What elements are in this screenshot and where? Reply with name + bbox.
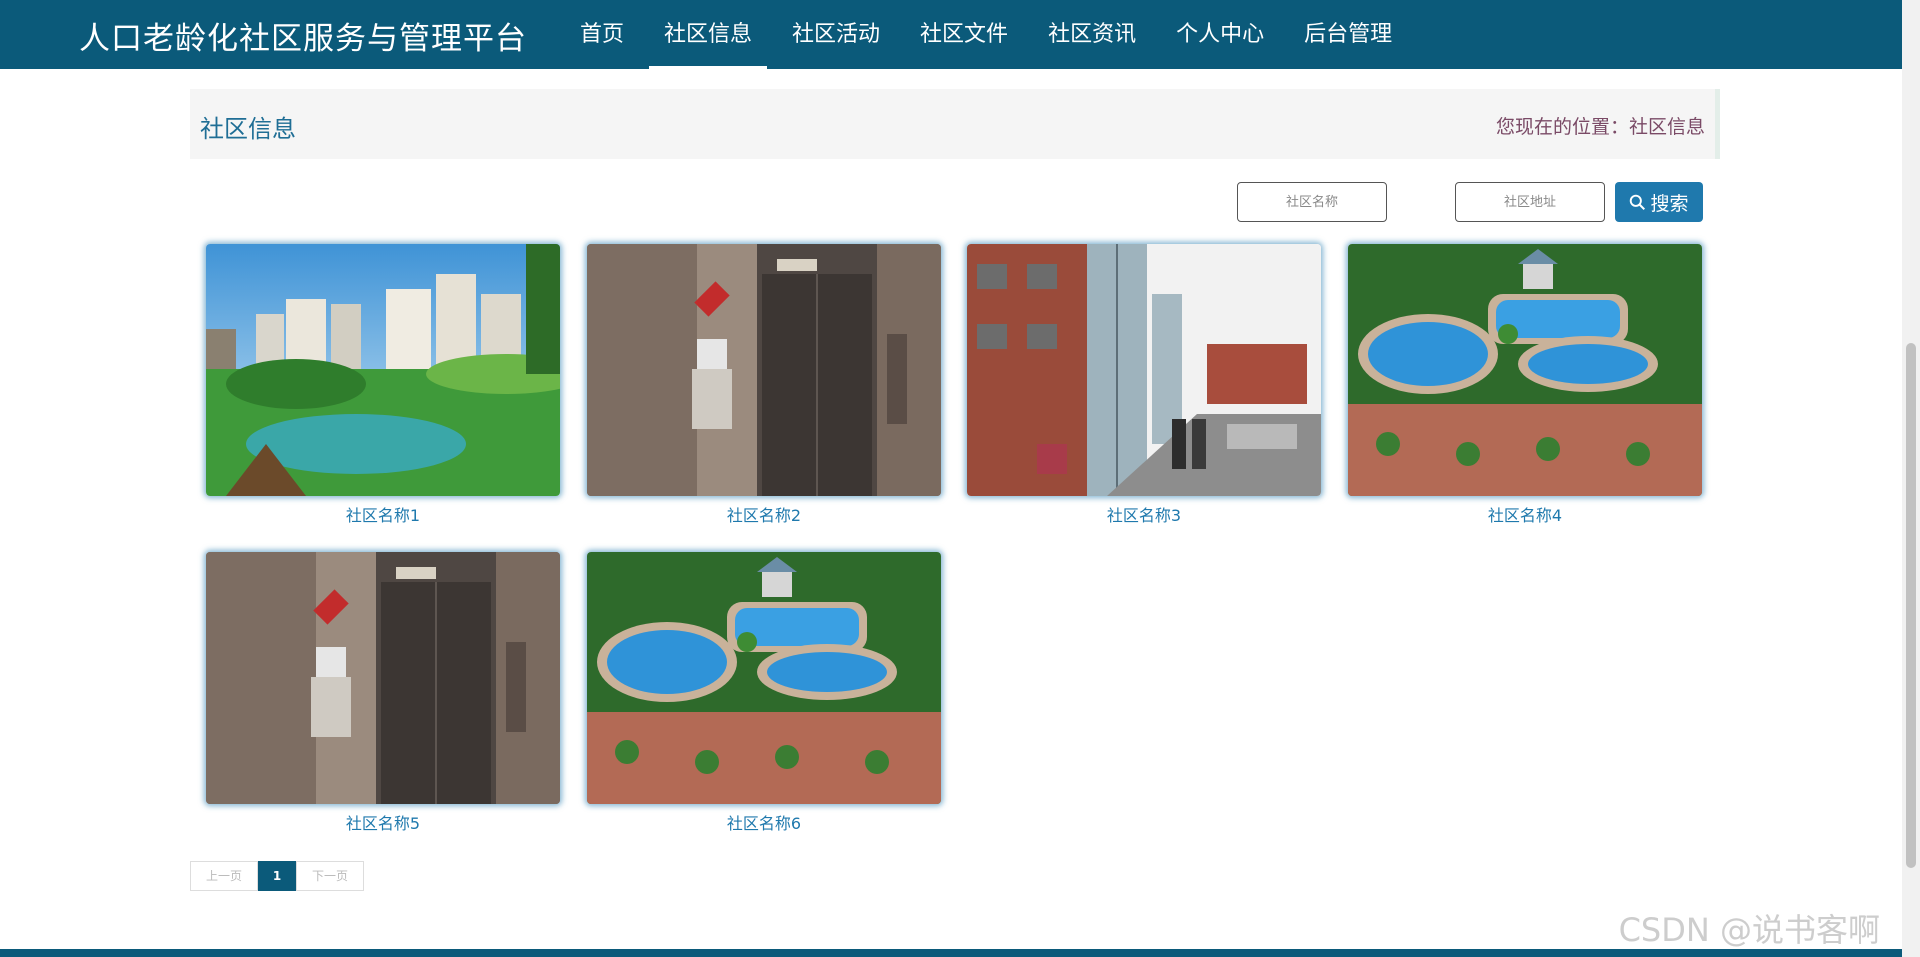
community-image-residential-garden[interactable] (206, 244, 560, 496)
nav-item-community-files[interactable]: 社区文件 (905, 0, 1023, 69)
pagination: 上一页 1 下一页 (190, 861, 364, 891)
search-icon (1630, 194, 1646, 210)
page-title: 社区信息 (200, 115, 296, 143)
nav-item-personal-center[interactable]: 个人中心 (1161, 0, 1279, 69)
top-navbar: 人口老龄化社区服务与管理平台 首页 社区信息 社区活动 社区文件 社区资讯 个人… (0, 0, 1902, 69)
nav-item-community-news[interactable]: 社区资讯 (1033, 0, 1151, 69)
community-card[interactable]: 社区名称6 (587, 552, 941, 837)
community-name-label[interactable]: 社区名称2 (587, 502, 941, 526)
community-name-label[interactable]: 社区名称5 (206, 810, 560, 834)
community-card[interactable]: 社区名称1 (206, 244, 560, 529)
search-button-label: 搜索 (1650, 192, 1689, 215)
nav-item-community-activities[interactable]: 社区活动 (777, 0, 895, 69)
prev-page-button[interactable]: 上一页 (190, 861, 258, 891)
community-name-label[interactable]: 社区名称4 (1348, 502, 1702, 526)
page-number-current[interactable]: 1 (258, 861, 296, 891)
community-image-elevator-lobby[interactable] (206, 552, 560, 804)
community-image-pool-courtyard[interactable] (587, 552, 941, 804)
community-name-label[interactable]: 社区名称1 (206, 502, 560, 526)
search-button[interactable]: 搜索 (1615, 182, 1703, 222)
nav-item-community-info[interactable]: 社区信息 (649, 0, 768, 69)
watermark: CSDN @说书客啊 (1618, 911, 1880, 949)
community-image-elevator-shaft-street[interactable] (967, 244, 1321, 496)
site-title: 人口老龄化社区服务与管理平台 (79, 21, 527, 57)
scrollbar-thumb[interactable] (1906, 343, 1916, 868)
next-page-button[interactable]: 下一页 (296, 861, 364, 891)
community-name-input[interactable] (1237, 182, 1387, 222)
community-card[interactable]: 社区名称5 (206, 552, 560, 837)
page-header: 社区信息 您现在的位置：社区信息 (190, 89, 1720, 159)
community-address-input[interactable] (1455, 182, 1605, 222)
nav-item-home[interactable]: 首页 (565, 0, 639, 69)
community-name-label[interactable]: 社区名称6 (587, 810, 941, 834)
page: 人口老龄化社区服务与管理平台 首页 社区信息 社区活动 社区文件 社区资讯 个人… (0, 0, 1920, 957)
breadcrumb: 您现在的位置：社区信息 (1495, 116, 1705, 138)
main-nav: 首页 社区信息 社区活动 社区文件 社区资讯 个人中心 后台管理 (560, 0, 1412, 69)
community-image-pool-courtyard[interactable] (1348, 244, 1702, 496)
nav-item-admin[interactable]: 后台管理 (1289, 0, 1407, 69)
community-card[interactable]: 社区名称3 (967, 244, 1321, 529)
community-card[interactable]: 社区名称4 (1348, 244, 1702, 529)
community-card[interactable]: 社区名称2 (587, 244, 941, 529)
community-name-label[interactable]: 社区名称3 (967, 502, 1321, 526)
community-image-elevator-lobby[interactable] (587, 244, 941, 496)
footer-bar (0, 949, 1902, 957)
